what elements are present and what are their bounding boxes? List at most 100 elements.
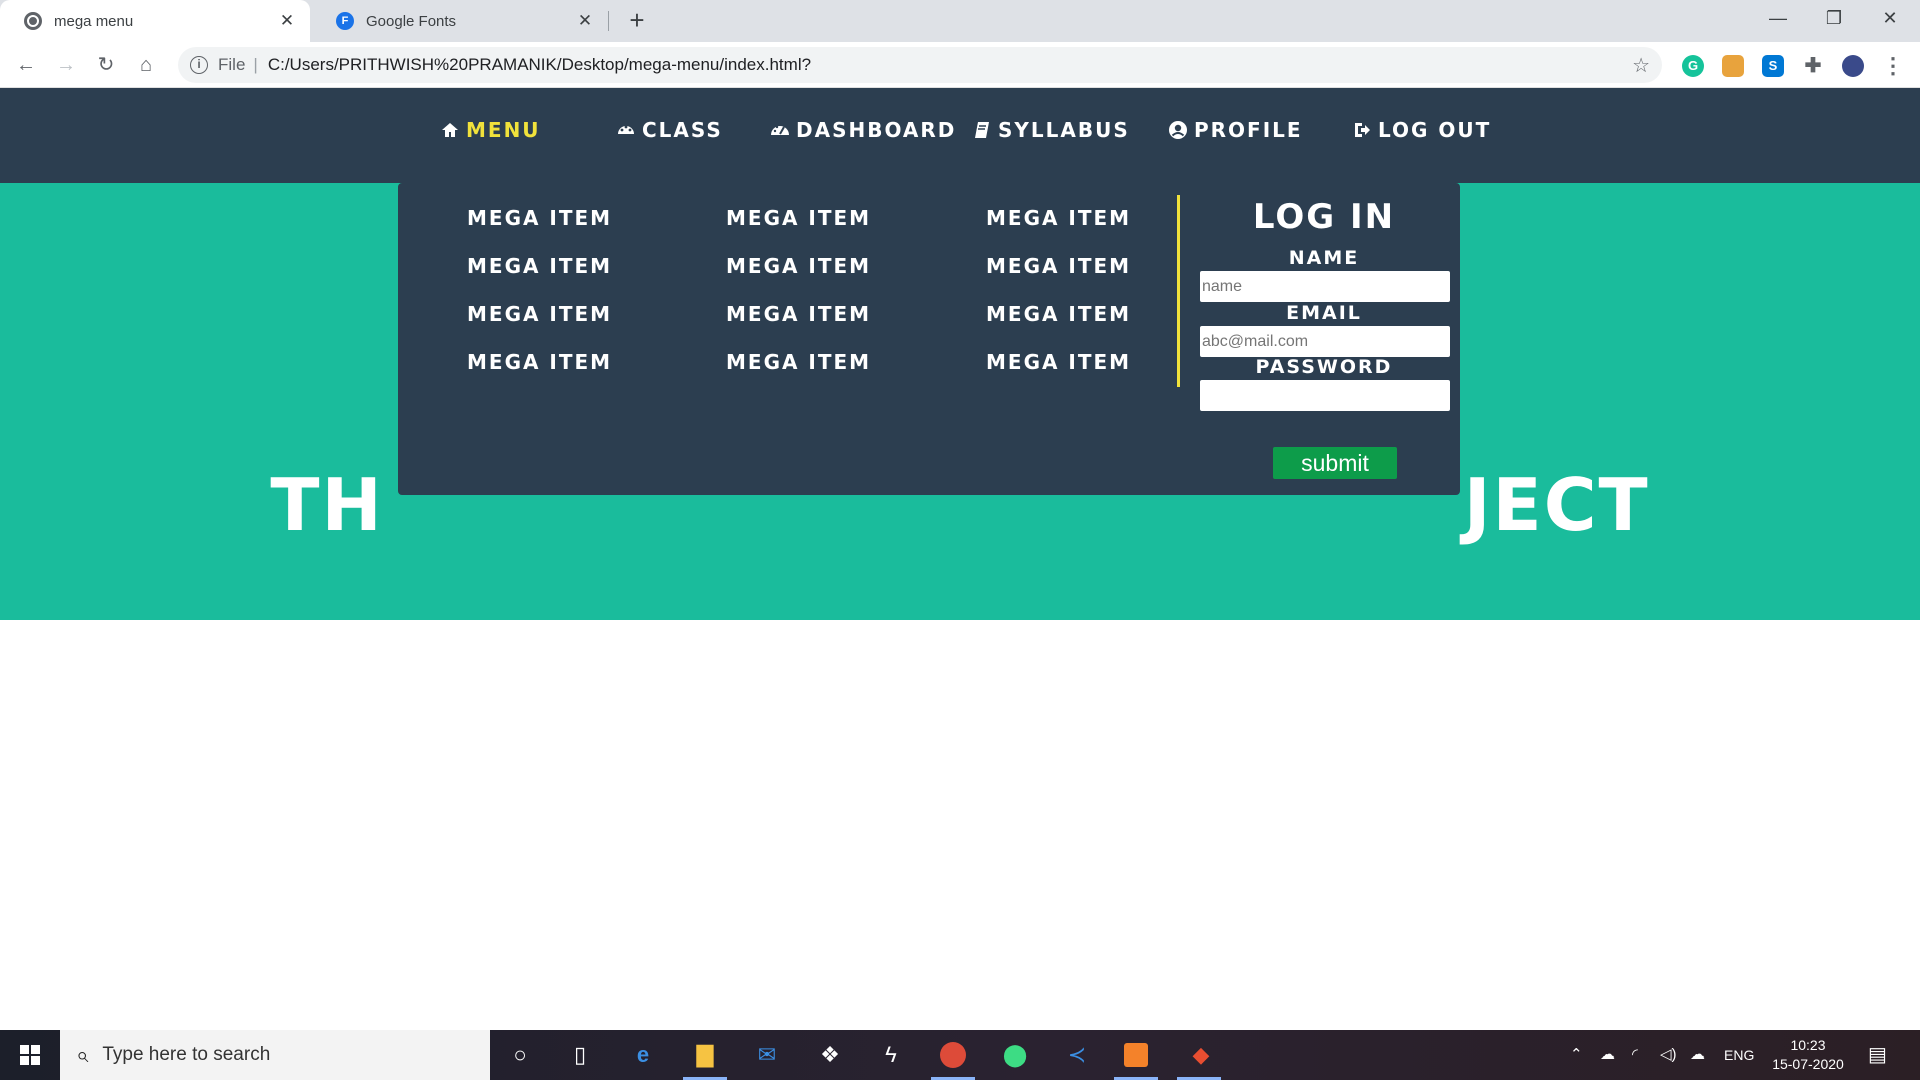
mega-item[interactable]: MEGA ITEM: [986, 206, 1131, 230]
mega-item[interactable]: MEGA ITEM: [467, 350, 612, 374]
language-indicator[interactable]: ENG: [1724, 1030, 1754, 1080]
profile-avatar-icon[interactable]: [1842, 55, 1864, 77]
search-icon: ⌕: [76, 1042, 89, 1067]
cortana-icon[interactable]: ○: [505, 1040, 535, 1070]
app-s-icon[interactable]: ϟ: [876, 1040, 906, 1070]
mail-icon[interactable]: ✉: [752, 1040, 782, 1070]
home-icon: [442, 123, 458, 137]
tray-chevron-icon[interactable]: ⌃: [1570, 1030, 1583, 1080]
globe-icon: [24, 12, 42, 30]
mega-item[interactable]: MEGA ITEM: [986, 350, 1131, 374]
user-circle-icon: [1169, 121, 1187, 139]
vscode-icon[interactable]: ≺: [1062, 1040, 1092, 1070]
mega-item[interactable]: MEGA ITEM: [986, 254, 1131, 278]
git-icon[interactable]: ◆: [1186, 1040, 1216, 1070]
edge-icon[interactable]: e: [628, 1040, 658, 1070]
nav-item-log-out[interactable]: LOG OUT: [1352, 118, 1491, 142]
file-explorer-icon[interactable]: ▇: [690, 1040, 720, 1070]
nav-label: CLASS: [642, 118, 723, 142]
password-field[interactable]: [1200, 380, 1450, 411]
nav-label: MENU: [466, 118, 541, 142]
tab-close-icon[interactable]: ✕: [576, 12, 594, 30]
name-field[interactable]: [1200, 271, 1450, 302]
sign-out-icon: [1355, 123, 1370, 137]
mega-menu-panel: MEGA ITEM MEGA ITEM MEGA ITEM MEGA ITEM …: [398, 183, 1460, 495]
nav-item-syllabus[interactable]: SYLLABUS: [972, 118, 1130, 142]
cloud-upload-icon[interactable]: ☁: [1690, 1030, 1705, 1080]
address-bar[interactable]: i File | C:/Users/PRITHWISH%20PRAMANIK/D…: [178, 47, 1662, 83]
clock-time: 10:23: [1790, 1037, 1826, 1053]
task-view-icon[interactable]: ▯: [565, 1040, 595, 1070]
nav-item-profile[interactable]: PROFILE: [1168, 118, 1303, 142]
browser-toolbar: ← → ↻ ⌂ i File | C:/Users/PRITHWISH%20PR…: [0, 42, 1920, 88]
palette-icon: [618, 125, 634, 134]
notifications-icon[interactable]: ▤: [1868, 1030, 1887, 1080]
mega-item[interactable]: MEGA ITEM: [986, 302, 1131, 326]
wifi-icon[interactable]: ◜: [1632, 1030, 1638, 1080]
top-nav: MENU CLASS DASHBOARD SYLLABUS PROFILE LO…: [0, 88, 1920, 183]
hero-title-right: JECT: [1463, 463, 1650, 547]
puzzle-icon[interactable]: ✚: [1802, 55, 1824, 77]
mega-item[interactable]: MEGA ITEM: [467, 206, 612, 230]
scheme-label: File: [218, 55, 246, 74]
url-text[interactable]: C:/Users/PRITHWISH%20PRAMANIK/Desktop/me…: [268, 55, 811, 75]
dashboard-icon: [771, 125, 789, 135]
start-button[interactable]: [0, 1030, 60, 1080]
scheme-separator: |: [253, 55, 258, 74]
close-icon[interactable]: ✕: [1862, 0, 1918, 36]
email-field[interactable]: [1200, 326, 1450, 357]
bookmark-star-icon[interactable]: ☆: [1632, 53, 1650, 78]
mega-item[interactable]: MEGA ITEM: [726, 302, 871, 326]
nav-item-menu[interactable]: MENU: [440, 118, 541, 142]
tab-mega-menu[interactable]: mega menu ✕: [0, 0, 310, 42]
volume-icon[interactable]: ◁): [1660, 1030, 1677, 1080]
home-icon[interactable]: ⌂: [130, 49, 162, 81]
mega-item[interactable]: MEGA ITEM: [467, 302, 612, 326]
tab-close-icon[interactable]: ✕: [278, 12, 296, 30]
tab-strip: mega menu ✕ F Google Fonts ✕ + — ❐ ✕: [0, 0, 1920, 42]
cast-icon[interactable]: [1722, 55, 1744, 77]
tab-google-fonts[interactable]: F Google Fonts ✕: [312, 0, 608, 42]
login-title: LOG IN: [1252, 197, 1396, 237]
nav-label: PROFILE: [1194, 118, 1303, 142]
more-menu-icon[interactable]: ⋮: [1882, 55, 1904, 77]
dropbox-icon[interactable]: ❖: [815, 1040, 845, 1070]
submit-button[interactable]: submit: [1273, 447, 1397, 479]
nav-label: SYLLABUS: [998, 118, 1130, 142]
tab-title: mega menu: [54, 12, 134, 30]
forward-arrow-icon[interactable]: →: [50, 49, 82, 81]
nav-item-class[interactable]: CLASS: [616, 118, 723, 142]
skype-icon[interactable]: S: [1762, 55, 1784, 77]
onedrive-icon[interactable]: ☁: [1600, 1030, 1615, 1080]
password-label: PASSWORD: [1255, 356, 1393, 378]
new-tab-button[interactable]: +: [622, 6, 652, 36]
clock[interactable]: 10:23 15-07-2020: [1766, 1036, 1850, 1074]
maps-icon[interactable]: ⬤: [1000, 1040, 1030, 1070]
nav-item-dashboard[interactable]: DASHBOARD: [770, 118, 956, 142]
mega-item-grid: MEGA ITEM MEGA ITEM MEGA ITEM MEGA ITEM …: [398, 183, 1178, 403]
mega-item[interactable]: MEGA ITEM: [467, 254, 612, 278]
mega-item[interactable]: MEGA ITEM: [726, 350, 871, 374]
mega-item[interactable]: MEGA ITEM: [726, 206, 871, 230]
email-label: EMAIL: [1286, 302, 1362, 324]
search-placeholder: Type here to search: [102, 1044, 271, 1065]
taskbar-search[interactable]: ⌕ Type here to search: [60, 1030, 490, 1080]
chrome-icon[interactable]: [940, 1042, 966, 1068]
tab-separator: [608, 11, 609, 31]
login-form: LOG IN NAME EMAIL PASSWORD submit: [1188, 183, 1460, 495]
nav-label: DASHBOARD: [796, 118, 957, 142]
grammarly-icon[interactable]: G: [1682, 55, 1704, 77]
windows-logo-icon: [20, 1045, 40, 1065]
reload-icon[interactable]: ↻: [90, 49, 122, 81]
clock-date: 15-07-2020: [1772, 1056, 1844, 1072]
hero-title-left: TH: [270, 463, 384, 547]
sublime-icon[interactable]: [1124, 1043, 1148, 1067]
minimize-icon[interactable]: —: [1750, 0, 1806, 36]
tab-title: Google Fonts: [366, 12, 457, 30]
nav-label: LOG OUT: [1378, 118, 1492, 142]
page-viewport: MENU CLASS DASHBOARD SYLLABUS PROFILE LO…: [0, 88, 1920, 1030]
info-icon[interactable]: i: [190, 56, 208, 74]
restore-icon[interactable]: ❐: [1806, 0, 1862, 36]
back-arrow-icon[interactable]: ←: [10, 49, 42, 81]
mega-item[interactable]: MEGA ITEM: [726, 254, 871, 278]
